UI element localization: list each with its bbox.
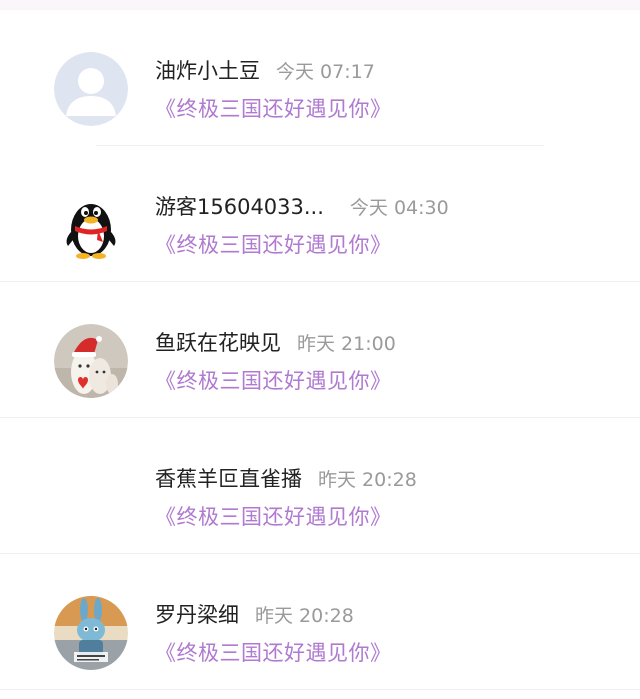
game-link[interactable]: 《终极三国还好遇见你》 (155, 502, 392, 532)
list-item[interactable]: 游客15604033... 今天 04:30 《终极三国还好遇见你》 (0, 146, 640, 282)
avatar[interactable] (54, 324, 128, 398)
visit-time: 今天 07:17 (276, 61, 375, 83)
visit-time: 昨天 21:00 (297, 333, 396, 355)
name-row: 香蕉羊叵直雀播 昨天 20:28 (155, 464, 417, 494)
game-link[interactable]: 《终极三国还好遇见你》 (155, 638, 392, 668)
user-name[interactable]: 罗丹梁细 (155, 603, 239, 627)
game-link[interactable]: 《终极三国还好遇见你》 (155, 230, 392, 260)
avatar[interactable] (54, 596, 128, 670)
qq-penguin-icon (66, 204, 116, 259)
visit-time: 今天 04:30 (349, 197, 449, 219)
list-item[interactable]: 鱼跃在花映见 昨天 21:00 《终极三国还好遇见你》 (0, 282, 640, 418)
avatar[interactable] (54, 460, 128, 534)
game-link[interactable]: 《终极三国还好遇见你》 (155, 94, 392, 124)
user-name[interactable]: 游客15604033... (155, 195, 324, 219)
cartoon-rabbit-avatar (54, 596, 128, 670)
list-item[interactable]: 罗丹梁细 昨天 20:28 《终极三国还好遇见你》 (0, 554, 640, 690)
visit-time: 昨天 20:28 (318, 469, 417, 491)
christmas-avatar (54, 324, 128, 398)
divider (0, 689, 640, 690)
name-row: 游客15604033... 今天 04:30 (155, 192, 449, 222)
list-item[interactable]: 香蕉羊叵直雀播 昨天 20:28 《终极三国还好遇见你》 (0, 418, 640, 554)
top-bar (0, 0, 640, 10)
game-link[interactable]: 《终极三国还好遇见你》 (155, 366, 392, 396)
user-name[interactable]: 鱼跃在花映见 (155, 331, 281, 355)
name-row: 油炸小土豆 今天 07:17 (155, 56, 375, 86)
name-row: 鱼跃在花映见 昨天 21:00 (155, 328, 396, 358)
visitor-list: 油炸小土豆 今天 07:17 《终极三国还好遇见你》 游客15604033...… (0, 10, 640, 690)
avatar[interactable] (54, 52, 128, 126)
avatar[interactable] (54, 188, 128, 262)
user-name[interactable]: 香蕉羊叵直雀播 (155, 467, 302, 491)
default-person-icon (54, 52, 128, 126)
user-name[interactable]: 油炸小土豆 (155, 59, 260, 83)
name-row: 罗丹梁细 昨天 20:28 (155, 600, 354, 630)
visit-time: 昨天 20:28 (255, 605, 354, 627)
list-item[interactable]: 油炸小土豆 今天 07:17 《终极三国还好遇见你》 (0, 10, 640, 146)
